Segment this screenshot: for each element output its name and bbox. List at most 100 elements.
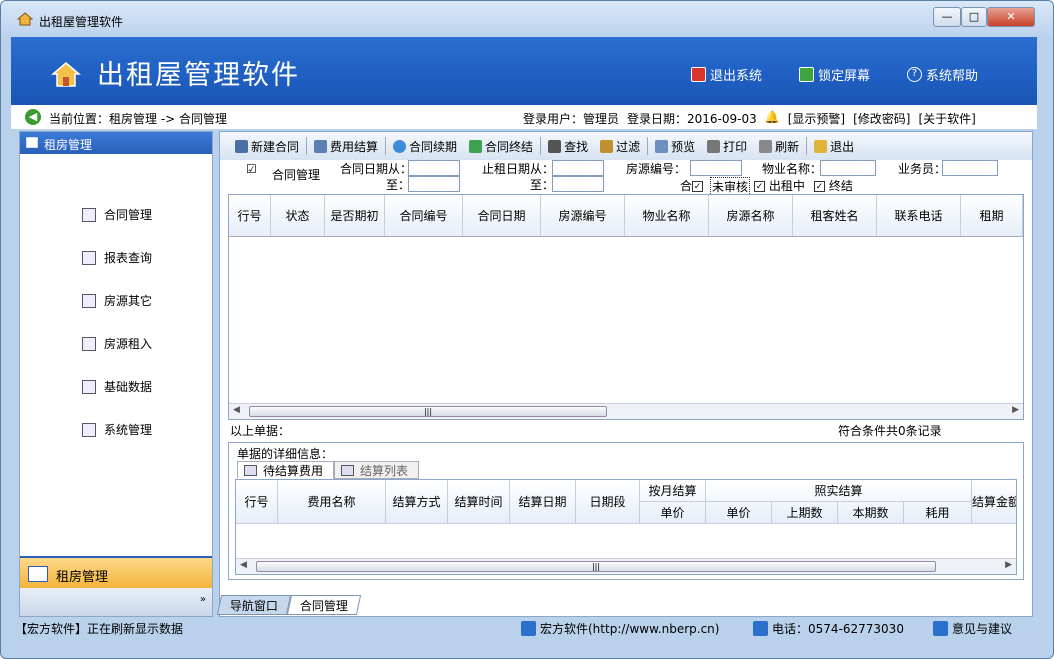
- column-header[interactable]: 结算时间: [448, 480, 510, 524]
- column-header[interactable]: 结算日期: [510, 480, 576, 524]
- renew-contract-button[interactable]: 合同续期: [388, 138, 462, 155]
- column-header[interactable]: 租客姓名: [793, 195, 877, 236]
- tab-settle-list[interactable]: 结算列表: [334, 461, 420, 479]
- change-password-link[interactable]: [修改密码]: [853, 110, 910, 127]
- horizontal-scrollbar[interactable]: ◀ ||| ▶: [236, 558, 1016, 574]
- staff-input[interactable]: [942, 160, 998, 176]
- show-alerts-link[interactable]: [显示预警]: [788, 110, 845, 127]
- title-bar[interactable]: 出租屋管理软件 — □ ✕: [1, 1, 1053, 37]
- column-header[interactable]: 联系电话: [877, 195, 961, 236]
- toolbar-separator: [647, 137, 649, 155]
- scroll-thumb[interactable]: |||: [249, 406, 607, 417]
- renew-icon: [393, 139, 407, 153]
- back-arrow-icon[interactable]: ◀: [25, 109, 41, 125]
- tab-navigation-window[interactable]: 导航窗口: [216, 595, 292, 615]
- checkbox[interactable]: ✓: [754, 181, 765, 192]
- horizontal-scrollbar[interactable]: ◀ ||| ▶: [229, 403, 1023, 419]
- login-date: 登录日期：2016-09-03: [627, 112, 757, 126]
- scroll-right-icon[interactable]: ▶: [1005, 560, 1012, 570]
- find-icon: [548, 139, 562, 153]
- help-button[interactable]: ? 系统帮助: [907, 65, 978, 84]
- tab-label: 合同管理: [299, 599, 348, 613]
- about-link[interactable]: [关于软件]: [918, 110, 975, 127]
- fee-settle-button[interactable]: 费用结算: [309, 138, 383, 155]
- filter-icon: [600, 139, 614, 153]
- column-header[interactable]: 物业名称: [625, 195, 709, 236]
- company-label: 宏方软件(http://www.nberp.cn): [540, 622, 720, 636]
- sidebar-item-system[interactable]: 系统管理: [82, 421, 152, 438]
- new-contract-button[interactable]: 新建合同: [230, 138, 304, 155]
- sidebar-item-base-data[interactable]: 基础数据: [82, 378, 152, 395]
- exit-button[interactable]: 退出: [809, 138, 859, 155]
- scroll-thumb[interactable]: |||: [256, 561, 936, 572]
- phone-info: 电话：0574-62773030: [753, 620, 904, 637]
- contracts-table[interactable]: 行号 状态 是否期初 合同编号 合同日期 房源编号 物业名称 房源名称 租客姓名…: [228, 194, 1024, 420]
- column-header[interactable]: 是否期初: [325, 195, 385, 236]
- print-button[interactable]: 打印: [702, 138, 752, 155]
- end-date-from-label: 止租日期从：: [482, 162, 555, 176]
- checkbox[interactable]: ✓: [692, 181, 704, 192]
- column-header[interactable]: 合同日期: [463, 195, 541, 236]
- phone-label: 电话：0574-62773030: [772, 622, 904, 636]
- chevron-icon[interactable]: »: [200, 594, 206, 605]
- scroll-left-icon[interactable]: ◀: [233, 405, 240, 415]
- check-renting[interactable]: ✓ 出租中: [754, 177, 805, 194]
- column-header[interactable]: 行号: [229, 195, 271, 236]
- column-header[interactable]: 上期数: [772, 502, 838, 524]
- sidebar-item-contract[interactable]: 合同管理: [82, 206, 152, 223]
- app-logo-icon: [51, 62, 81, 87]
- column-header[interactable]: 租期: [961, 195, 1023, 236]
- column-header[interactable]: 费用名称: [278, 480, 386, 524]
- sidebar-item-report[interactable]: 报表查询: [82, 249, 152, 266]
- main-panel: 新建合同 费用结算 合同续期 合同终结 查找 过滤 预览 打印 刷新 退出 ☑ …: [219, 131, 1033, 617]
- scroll-right-icon[interactable]: ▶: [1012, 405, 1019, 415]
- terminate-contract-button[interactable]: 合同终结: [464, 138, 538, 155]
- column-header[interactable]: 合同编号: [385, 195, 463, 236]
- toolbar-label: 退出: [830, 139, 855, 154]
- column-header[interactable]: 单价: [640, 502, 706, 524]
- end-date-from-input[interactable]: [552, 160, 604, 176]
- column-header[interactable]: 日期段: [576, 480, 640, 524]
- company-link[interactable]: 宏方软件(http://www.nberp.cn): [521, 620, 719, 637]
- toolbar-separator: [806, 137, 808, 155]
- column-header[interactable]: 房源编号: [541, 195, 625, 236]
- sidebar-item-house-rent-in[interactable]: 房源租入: [82, 335, 152, 352]
- fees-table[interactable]: 行号 费用名称 结算方式 结算时间 结算日期 日期段 按月结算 单价 照实结算 …: [235, 479, 1017, 575]
- find-button[interactable]: 查找: [543, 138, 593, 155]
- filter-button[interactable]: 过滤: [595, 138, 645, 155]
- end-date-to-input[interactable]: [552, 176, 604, 192]
- sidebar-footer: »: [20, 588, 212, 616]
- preview-button[interactable]: 预览: [650, 138, 700, 155]
- section-label: 合同管理: [272, 168, 321, 182]
- feedback-label: 意见与建议: [952, 622, 1013, 636]
- checkbox[interactable]: ✓: [814, 181, 825, 192]
- column-header[interactable]: 结算金额: [972, 480, 1016, 524]
- scroll-left-icon[interactable]: ◀: [240, 560, 247, 570]
- minimize-button[interactable]: —: [933, 7, 961, 27]
- check-contract[interactable]: 合 ✓: [680, 177, 704, 194]
- column-header[interactable]: 单价: [706, 502, 772, 524]
- column-header[interactable]: 结算方式: [386, 480, 448, 524]
- house-no-input[interactable]: [690, 160, 742, 176]
- close-button[interactable]: ✕: [987, 7, 1035, 27]
- tab-contract-management[interactable]: 合同管理: [286, 595, 362, 615]
- column-header[interactable]: 行号: [236, 480, 278, 524]
- feedback-link[interactable]: 意见与建议: [933, 620, 1012, 637]
- refresh-button[interactable]: 刷新: [754, 138, 804, 155]
- column-header[interactable]: 房源名称: [709, 195, 793, 236]
- sidebar-group-rent-management[interactable]: 租房管理: [20, 556, 212, 588]
- lock-screen-button[interactable]: 锁定屏幕: [799, 65, 870, 84]
- check-terminated[interactable]: ✓ 终结: [814, 177, 853, 194]
- tab-label: 结算列表: [360, 463, 409, 478]
- fees-table-header: 行号 费用名称 结算方式 结算时间 结算日期 日期段 按月结算 单价 照实结算 …: [236, 480, 1016, 524]
- property-input[interactable]: [820, 160, 876, 176]
- column-header[interactable]: 状态: [271, 195, 325, 236]
- column-header[interactable]: 耗用: [904, 502, 972, 524]
- column-header[interactable]: 本期数: [838, 502, 904, 524]
- maximize-button[interactable]: □: [961, 7, 987, 27]
- contract-date-from-input[interactable]: [408, 160, 460, 176]
- sidebar-item-house-other[interactable]: 房源其它: [82, 292, 152, 309]
- contract-date-to-input[interactable]: [408, 176, 460, 192]
- tab-pending-fees[interactable]: 待结算费用: [237, 461, 335, 479]
- exit-system-button[interactable]: 退出系统: [691, 65, 762, 84]
